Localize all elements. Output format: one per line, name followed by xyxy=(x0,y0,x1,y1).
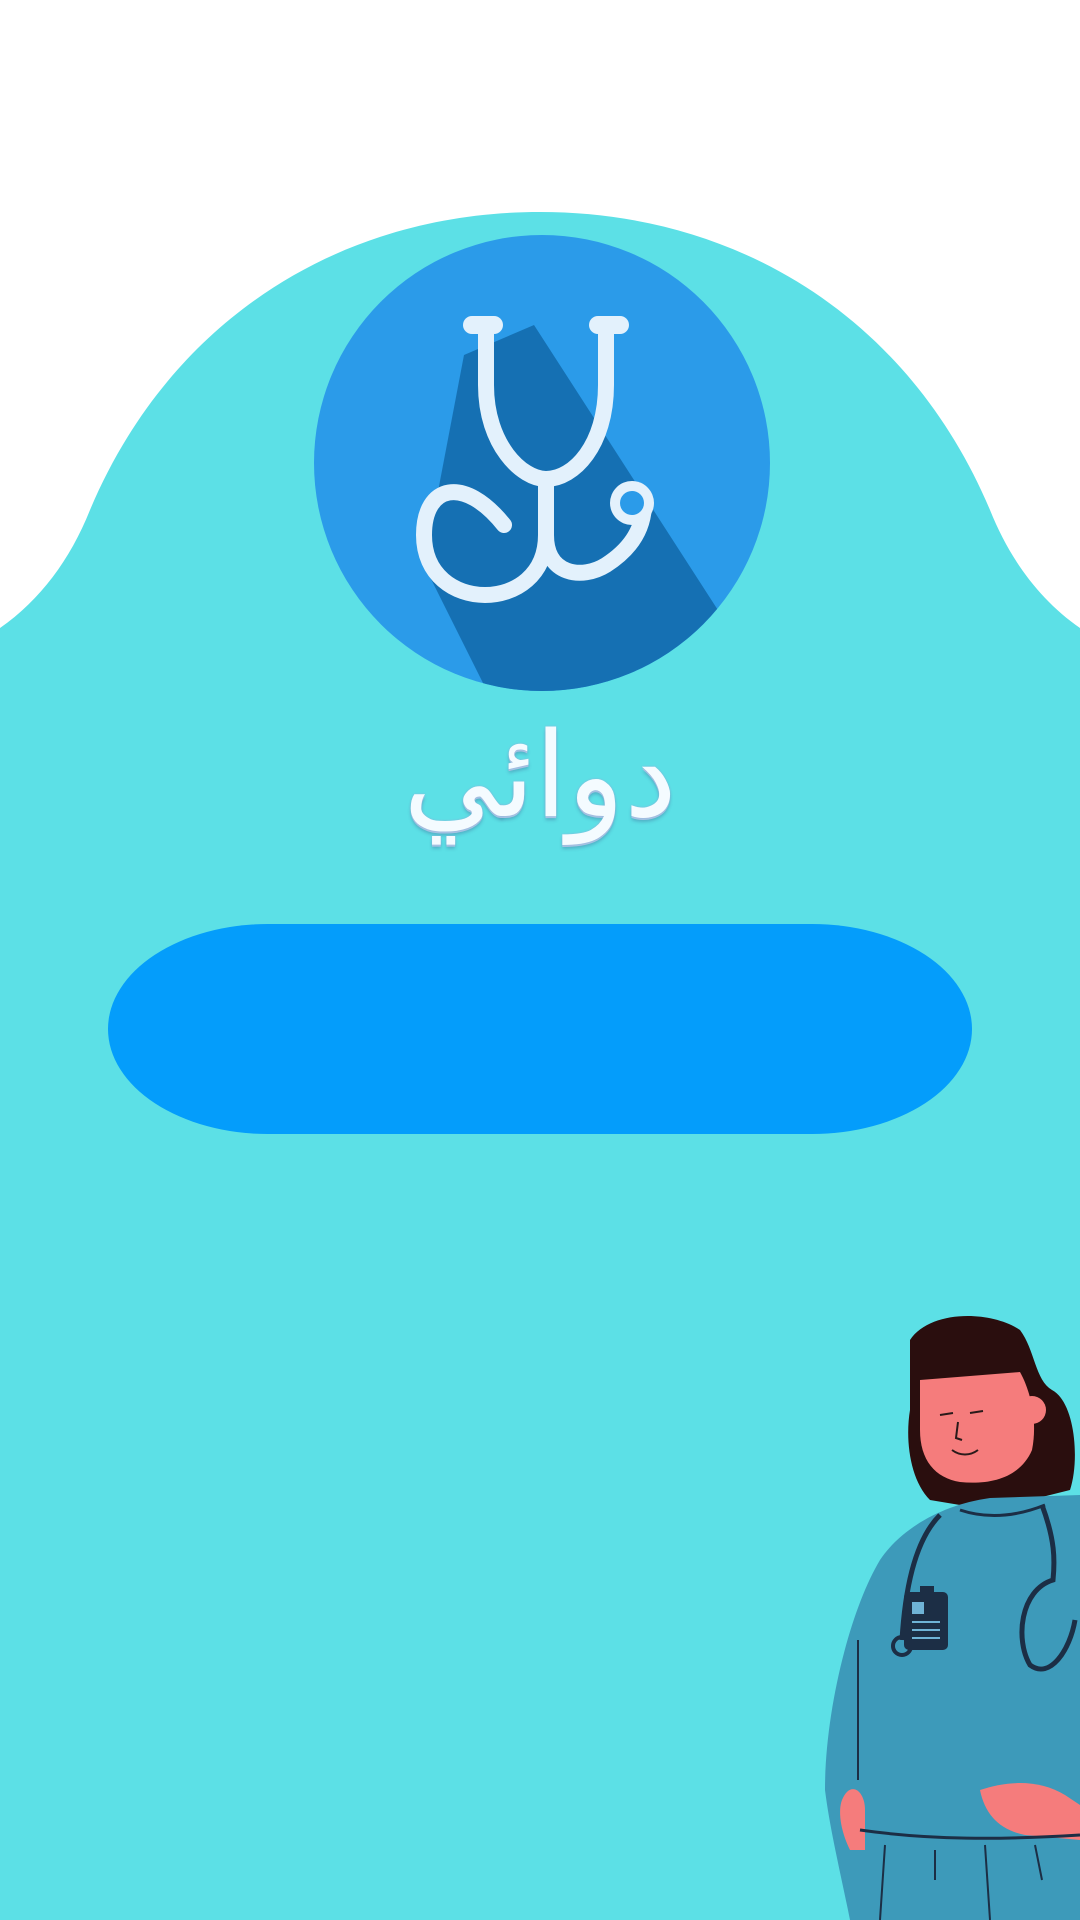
doctor-illustration xyxy=(825,1316,1080,1920)
app-name-title: دوائي xyxy=(403,706,677,844)
primary-action-button[interactable] xyxy=(108,924,972,1134)
splash-screen: دوائي xyxy=(0,0,1080,1920)
stethoscope-logo-icon xyxy=(314,235,770,691)
